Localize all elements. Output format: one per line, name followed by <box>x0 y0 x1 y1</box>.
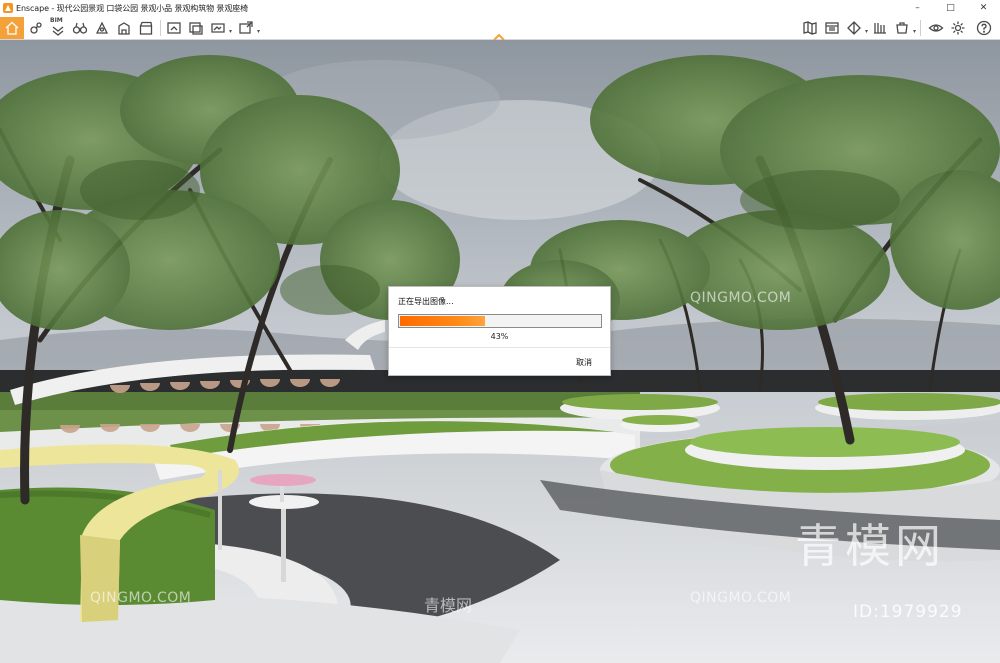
window-icon <box>825 22 839 34</box>
building-icon <box>118 22 130 35</box>
material-editor-button[interactable]: ▾ <box>892 18 916 38</box>
help-icon <box>976 20 992 36</box>
building-button[interactable] <box>114 18 134 38</box>
watermark-id: ID:1979929 <box>853 602 963 622</box>
toolbar-separator <box>160 20 161 36</box>
map-button[interactable] <box>800 18 820 38</box>
dialog-divider <box>389 347 610 348</box>
asset-library-button[interactable]: ▾ <box>844 18 868 38</box>
bim-button[interactable]: BIM <box>48 17 68 38</box>
panorama-icon <box>211 23 225 33</box>
watermark-text: QINGMO.COM <box>90 590 192 606</box>
export-progress-bar <box>398 314 602 328</box>
settings-icon <box>951 21 965 35</box>
binoculars-icon <box>72 22 88 34</box>
material-icon <box>896 22 908 34</box>
maximize-button[interactable]: □ <box>934 0 967 16</box>
vr-button[interactable] <box>870 18 890 38</box>
help-button[interactable] <box>974 18 994 38</box>
dialog-title: 正在导出图像... <box>398 297 454 306</box>
sun-button[interactable] <box>92 18 112 38</box>
panorama-button[interactable]: ▾ <box>208 18 232 38</box>
window-button[interactable] <box>822 18 842 38</box>
export-button[interactable]: ▾ <box>236 18 260 38</box>
export-progress-dialog: 正在导出图像... 43% 取消 <box>388 286 611 376</box>
batch-render-button[interactable] <box>186 18 206 38</box>
vr-icon <box>874 23 886 34</box>
screenshot-icon <box>167 22 181 34</box>
capture-icon <box>189 22 203 35</box>
watermark-text: 青模网 <box>424 596 473 615</box>
asset-icon <box>847 21 861 35</box>
settings-button[interactable] <box>948 18 968 38</box>
eye-icon <box>928 24 944 32</box>
chevron-down-icon[interactable]: ▾ <box>913 28 916 35</box>
chevron-down-icon[interactable]: ▾ <box>865 28 868 35</box>
clapper-button[interactable] <box>136 18 156 38</box>
views-button[interactable] <box>26 18 46 38</box>
watermark-text: QINGMO.COM <box>690 590 792 606</box>
export-icon <box>239 21 253 34</box>
cancel-button[interactable]: 取消 <box>576 357 592 368</box>
home-icon <box>5 21 19 35</box>
watermark-text: QINGMO.COM <box>690 290 792 306</box>
toolbar-separator <box>920 20 921 36</box>
title-bar: Enscape - 现代公园景观 口袋公园 景观小品 景观构筑物 景观座椅 – … <box>0 0 1000 16</box>
visual-settings-button[interactable] <box>926 18 946 38</box>
video-icon <box>139 21 153 35</box>
chevron-down-icon[interactable]: ▾ <box>229 28 232 35</box>
chevron-down-icon[interactable]: ▾ <box>257 28 260 35</box>
progress-fill <box>400 316 485 326</box>
home-button[interactable] <box>0 17 24 39</box>
window-title: Enscape - 现代公园景观 口袋公园 景观小品 景观构筑物 景观座椅 <box>16 3 249 13</box>
map-icon <box>803 21 817 35</box>
collapse-toolbar-chevron-icon[interactable] <box>492 27 506 41</box>
enscape-logo-icon <box>3 3 13 13</box>
binoculars-button[interactable] <box>70 18 90 38</box>
progress-percent-text: 43% <box>490 332 509 341</box>
window-controls: – □ ✕ <box>901 0 1000 16</box>
watermark-brand-large: 青模网 <box>795 519 945 573</box>
bim-label: BIM <box>50 17 63 24</box>
screenshot-button[interactable] <box>164 18 184 38</box>
close-button[interactable]: ✕ <box>967 0 1000 16</box>
minimize-button[interactable]: – <box>901 0 934 16</box>
sun-icon <box>95 21 109 34</box>
views-icon <box>30 22 42 34</box>
